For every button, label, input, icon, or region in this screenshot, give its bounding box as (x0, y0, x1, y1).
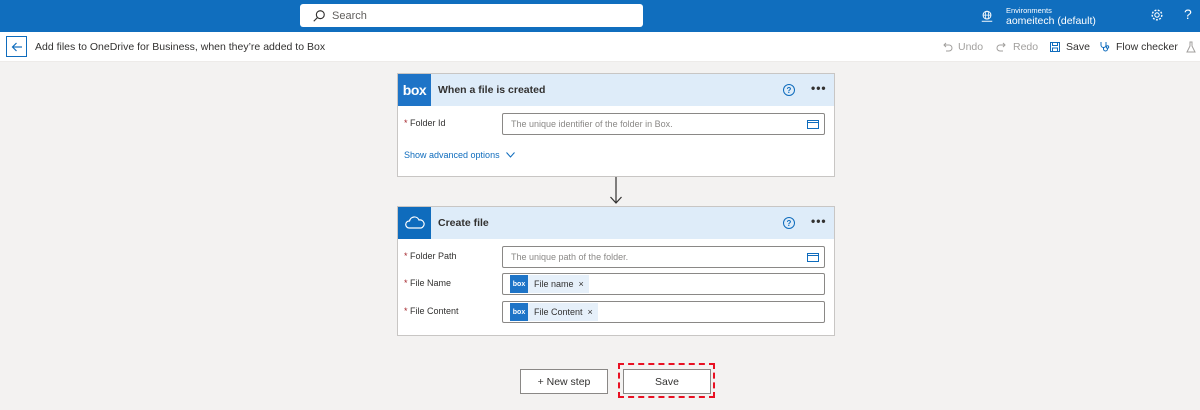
redo-label: Redo (1013, 41, 1039, 53)
undo-button[interactable]: Undo (941, 41, 983, 53)
save-button[interactable]: Save (1049, 41, 1090, 53)
back-arrow-icon (11, 42, 22, 51)
create-file-title: Create file (438, 217, 489, 229)
trigger-card-header[interactable]: box When a file is created ? ••• (398, 74, 834, 106)
cloud-icon (404, 216, 425, 229)
file-content-label: * File Content (404, 306, 459, 316)
folder-id-field[interactable]: The unique identifier of the folder in B… (502, 113, 825, 135)
redo-icon (996, 42, 1006, 52)
box-logo: box (510, 275, 528, 293)
show-advanced-options[interactable]: Show advanced options (404, 150, 515, 160)
more-options-icon[interactable]: ••• (811, 81, 827, 95)
file-name-token-label: File name (534, 279, 574, 289)
create-file-card[interactable]: Create file ? ••• * Folder Path The uniq… (397, 206, 835, 336)
footer-save-button[interactable]: Save (623, 369, 711, 394)
new-step-button[interactable]: + New step (520, 369, 608, 394)
flask-icon[interactable] (1186, 41, 1196, 53)
save-icon (1050, 42, 1060, 52)
folder-id-label: * Folder Id (404, 118, 446, 128)
back-button[interactable] (6, 36, 27, 57)
chevron-down-icon (505, 152, 515, 158)
remove-token-icon[interactable]: × (588, 307, 593, 317)
flow-title: Add files to OneDrive for Business, when… (35, 41, 326, 53)
file-content-token[interactable]: box File Content × (510, 303, 598, 321)
folder-picker-icon[interactable] (807, 119, 819, 129)
box-logo: box (398, 74, 431, 106)
onedrive-logo (398, 207, 431, 239)
help-icon[interactable]: ? (1184, 6, 1192, 22)
help-icon[interactable]: ? (783, 217, 795, 229)
environment-name: aomeitech (default) (1006, 15, 1096, 27)
gear-icon[interactable] (1150, 8, 1164, 22)
file-name-token[interactable]: box File name × (510, 275, 589, 293)
flow-checker-button[interactable]: Flow checker (1099, 41, 1178, 53)
undo-label: Undo (958, 41, 984, 53)
flow-checker-label: Flow checker (1116, 41, 1178, 53)
undo-icon (943, 42, 953, 52)
folder-id-placeholder: The unique identifier of the folder in B… (511, 119, 673, 129)
save-label: Save (1066, 41, 1090, 53)
search-box[interactable]: Search (300, 4, 643, 27)
search-placeholder: Search (332, 9, 367, 22)
help-icon[interactable]: ? (783, 84, 795, 96)
more-options-icon[interactable]: ••• (811, 214, 827, 228)
connector-arrow (610, 177, 622, 204)
stethoscope-icon (1100, 42, 1110, 52)
folder-picker-icon[interactable] (807, 252, 819, 262)
folder-path-placeholder: The unique path of the folder. (511, 252, 629, 262)
file-content-token-label: File Content (534, 307, 583, 317)
redo-button[interactable]: Redo (996, 41, 1038, 53)
trigger-title: When a file is created (438, 84, 546, 96)
trigger-card[interactable]: box When a file is created ? ••• * Folde… (397, 73, 835, 177)
remove-token-icon[interactable]: × (579, 279, 584, 289)
file-content-field[interactable]: box File Content × (502, 301, 825, 323)
top-bar: Search Environments aomeitech (default) … (0, 0, 1200, 32)
environment-icon (981, 10, 993, 22)
folder-path-field[interactable]: The unique path of the folder. (502, 246, 825, 268)
file-name-label: * File Name (404, 278, 452, 288)
folder-path-label: * Folder Path (404, 251, 457, 261)
box-logo: box (510, 303, 528, 321)
command-bar: Add files to OneDrive for Business, when… (0, 32, 1200, 62)
search-icon (313, 9, 325, 22)
file-name-field[interactable]: box File name × (502, 273, 825, 295)
create-file-card-header[interactable]: Create file ? ••• (398, 207, 834, 239)
environment-picker[interactable]: Environments aomeitech (default) (980, 3, 1096, 29)
